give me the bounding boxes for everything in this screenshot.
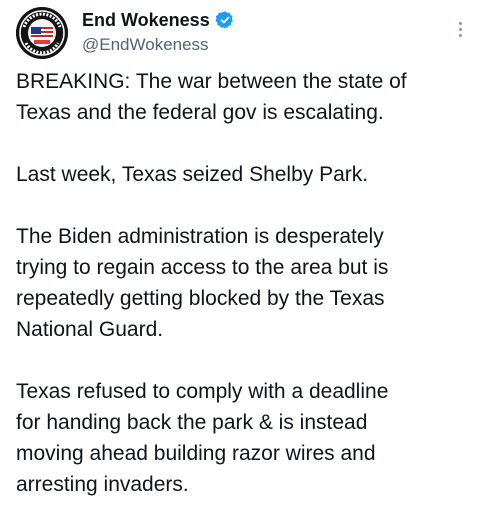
tweet-card: End Wokeness @EndWokeness BREAKING: The … <box>0 0 488 500</box>
verified-badge-icon <box>215 10 235 30</box>
support-badge-logo <box>16 7 68 59</box>
avatar[interactable] <box>16 7 68 59</box>
tweet-paragraph: Texas refused to comply with a deadline … <box>16 380 389 496</box>
tweet-text: BREAKING: The war between the state of T… <box>16 66 482 531</box>
tweet-paragraph: BREAKING: The war between the state of T… <box>16 70 407 124</box>
tweet-paragraph: Last week, Texas seized Shelby Park. <box>16 163 369 186</box>
tweet-paragraph: The Biden administration is desperately … <box>16 225 389 341</box>
display-name-row: End Wokeness <box>82 9 235 31</box>
author-names: End Wokeness @EndWokeness <box>82 9 235 56</box>
tweet-header: End Wokeness @EndWokeness <box>16 7 472 65</box>
more-vertical-icon[interactable] <box>452 17 468 41</box>
display-name[interactable]: End Wokeness <box>82 9 210 31</box>
user-handle[interactable]: @EndWokeness <box>82 34 235 56</box>
